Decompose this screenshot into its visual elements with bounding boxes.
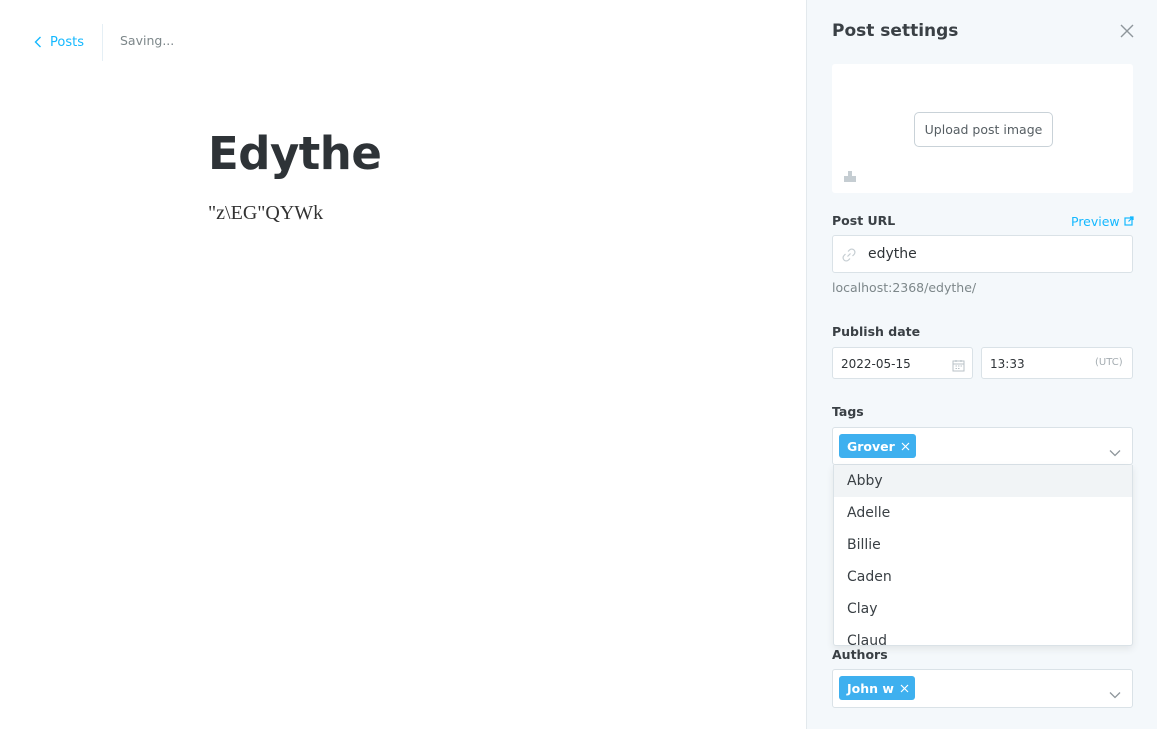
preview-link[interactable]: Preview [1071,214,1134,229]
tags-label: Tags [832,404,864,419]
image-icon[interactable] [842,168,858,188]
post-url-field[interactable] [832,235,1133,273]
post-url-hint: localhost:2368/edythe/ [832,280,977,295]
header-divider [102,24,103,61]
dropdown-option[interactable]: Billie [834,529,1132,561]
dropdown-option[interactable]: Claud [834,625,1132,645]
post-url-label: Post URL [832,213,896,228]
publish-date-label: Publish date [832,324,921,339]
upload-post-image-button[interactable]: Upload post image [914,112,1053,147]
timezone-label: (UTC) [1095,357,1123,368]
preview-link-label: Preview [1071,214,1120,229]
back-to-posts-link[interactable]: Posts [34,33,84,51]
post-url-input[interactable] [868,244,1118,264]
author-token[interactable]: John w [839,676,915,700]
remove-tag-icon[interactable] [901,439,910,454]
dropdown-option[interactable]: Adelle [834,497,1132,529]
authors-label: Authors [832,647,888,662]
post-image-uploader: Upload post image [832,64,1133,193]
close-icon[interactable] [1118,22,1136,40]
chevron-left-icon [34,36,42,48]
editor-area: Posts Saving... Edythe "z\EG"QYWk [0,0,806,729]
dropdown-option[interactable]: Clay [834,593,1132,625]
tags-input[interactable]: Grover [832,427,1133,465]
chevron-down-icon[interactable] [1109,684,1121,703]
publish-time-input[interactable] [990,355,1090,373]
back-link-label: Posts [50,34,84,50]
tags-dropdown: Abby Adelle Billie Caden Clay Claud [833,465,1133,646]
chevron-down-icon[interactable] [1109,442,1121,461]
author-token-label: John w [847,680,894,696]
tag-token[interactable]: Grover [839,434,916,458]
editor-page: Posts Saving... Edythe "z\EG"QYWk Post s… [0,0,1157,729]
save-status: Saving... [120,33,175,48]
remove-author-icon[interactable] [900,681,909,696]
tag-token-label: Grover [847,438,895,454]
publish-date-field[interactable] [832,347,973,379]
external-link-icon [1124,214,1134,229]
dropdown-option[interactable]: Caden [834,561,1132,593]
publish-date-input[interactable] [841,355,941,373]
authors-input[interactable]: John w [832,669,1133,708]
panel-title: Post settings [832,21,959,41]
post-body[interactable]: "z\EG"QYWk [208,202,323,225]
post-title[interactable]: Edythe [208,127,382,180]
calendar-icon[interactable] [952,357,965,376]
link-icon [842,247,856,266]
publish-time-field[interactable]: (UTC) [981,347,1133,379]
dropdown-option[interactable]: Abby [834,465,1132,497]
post-settings-panel: Post settings Upload post image Post URL… [806,0,1157,729]
